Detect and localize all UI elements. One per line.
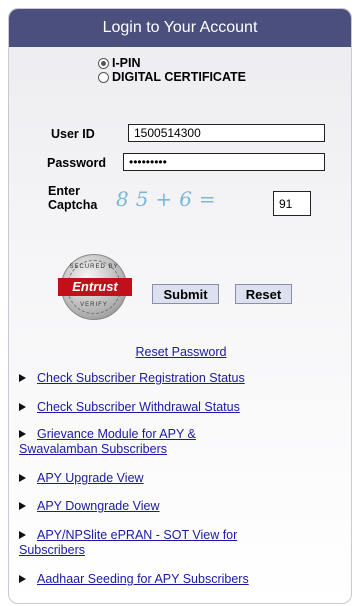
service-links: Check Subscriber Registration Status Che…	[19, 371, 345, 587]
radio-ipin-label: I-PIN	[112, 56, 141, 70]
grievance-link-line1: Grievance Module for APY &	[37, 427, 196, 441]
submit-button[interactable]: Submit	[152, 284, 219, 304]
arrow-right-icon	[19, 430, 26, 438]
arrow-right-icon	[19, 575, 26, 583]
grievance-link-line2: Swavalamban Subscribers	[19, 442, 167, 456]
grievance-module-link[interactable]: Grievance Module for APY & Swavalamban S…	[19, 427, 196, 456]
seal-top-text: SECURED BY	[69, 264, 119, 270]
login-panel: Login to Your Account I-PIN DIGITAL CERT…	[8, 8, 352, 604]
apy-upgrade-view-link[interactable]: APY Upgrade View	[37, 471, 144, 485]
captcha-image: 85+6=	[116, 187, 223, 211]
entrust-seal[interactable]: SECURED BY Entrust VERIFY	[58, 254, 132, 320]
check-registration-status-link[interactable]: Check Subscriber Registration Status	[37, 371, 245, 385]
captcha-answer-input[interactable]	[273, 191, 311, 216]
captcha-label-line2: Captcha	[48, 198, 98, 212]
epran-link-line1: APY/NPSlite ePRAN - SOT View for	[37, 528, 238, 542]
captcha-label-line1: Enter	[48, 184, 80, 198]
reset-password-link[interactable]: Reset Password	[9, 345, 351, 359]
radio-digital-certificate-label: DIGITAL CERTIFICATE	[112, 70, 247, 84]
radio-option-ipin[interactable]: I-PIN	[98, 56, 246, 70]
radio-ipin[interactable]	[98, 57, 109, 69]
list-item: Grievance Module for APY & Swavalamban S…	[19, 427, 345, 457]
list-item: Check Subscriber Withdrawal Status	[19, 400, 345, 415]
panel-header: Login to Your Account	[9, 9, 351, 47]
reset-button[interactable]: Reset	[235, 284, 292, 304]
arrow-right-icon	[19, 403, 26, 411]
list-item: Aadhaar Seeding for APY Subscribers	[19, 572, 345, 587]
user-id-input[interactable]	[128, 124, 325, 142]
check-withdrawal-status-link[interactable]: Check Subscriber Withdrawal Status	[37, 400, 240, 414]
list-item: APY Downgrade View	[19, 499, 345, 514]
radio-digital-certificate[interactable]	[98, 71, 109, 83]
arrow-right-icon	[19, 474, 26, 482]
captcha-label: Enter Captcha	[48, 184, 97, 212]
arrow-right-icon	[19, 502, 26, 510]
password-input[interactable]	[123, 153, 325, 171]
list-item: APY Upgrade View	[19, 471, 345, 486]
seal-brand: Entrust	[58, 278, 132, 296]
list-item: Check Subscriber Registration Status	[19, 371, 345, 386]
apy-downgrade-view-link[interactable]: APY Downgrade View	[37, 499, 160, 513]
arrow-right-icon	[19, 531, 26, 539]
epran-sot-view-link[interactable]: APY/NPSlite ePRAN - SOT View for Subscri…	[19, 528, 237, 557]
list-item: APY/NPSlite ePRAN - SOT View for Subscri…	[19, 528, 345, 558]
radio-option-digital-certificate[interactable]: DIGITAL CERTIFICATE	[98, 70, 246, 84]
arrow-right-icon	[19, 374, 26, 382]
password-label: Password	[47, 156, 107, 170]
user-id-label: User ID	[51, 127, 95, 141]
aadhaar-seeding-link[interactable]: Aadhaar Seeding for APY Subscribers	[37, 572, 249, 586]
epran-link-line2: Subscribers	[19, 543, 85, 557]
auth-mode-group: I-PIN DIGITAL CERTIFICATE	[98, 56, 246, 84]
seal-bottom-text: VERIFY	[80, 302, 108, 308]
